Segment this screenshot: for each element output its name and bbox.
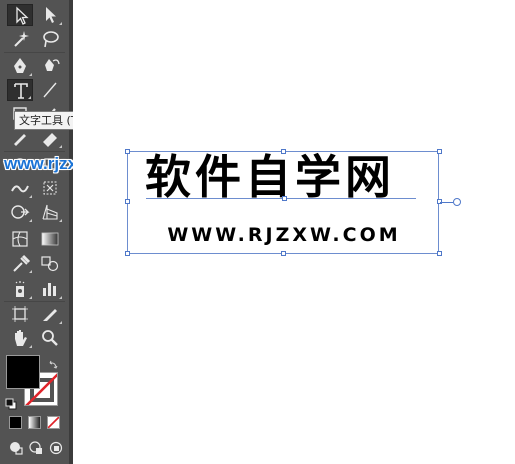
- blend-tool[interactable]: [37, 252, 63, 274]
- default-colors-icon[interactable]: [5, 395, 17, 410]
- handle-bottom-left[interactable]: [125, 251, 130, 256]
- gradient-icon: [41, 232, 59, 246]
- artboard-tool[interactable]: [7, 303, 33, 325]
- direct-selection-tool[interactable]: [37, 4, 63, 26]
- gradient-tool[interactable]: [37, 228, 63, 250]
- hand-icon: [15, 330, 27, 346]
- curvature-pen-icon: [45, 59, 54, 71]
- hand-tool[interactable]: [7, 327, 33, 349]
- selection-tool[interactable]: [7, 4, 33, 26]
- text-thread-line: [440, 202, 453, 203]
- perspective-grid-icon: [42, 204, 58, 220]
- tools-panel: [0, 0, 69, 464]
- zoom-tool[interactable]: [37, 327, 63, 349]
- text-baseline: [146, 198, 416, 199]
- selection-arrow-icon: [16, 6, 29, 25]
- fill-color-swatch[interactable]: [6, 355, 40, 389]
- color-mode-button[interactable]: [9, 416, 22, 429]
- selection-bounding-box[interactable]: [127, 151, 439, 254]
- mesh-tool[interactable]: [7, 228, 33, 250]
- pencil-icon: [14, 134, 26, 146]
- handle-bottom-center[interactable]: [281, 251, 286, 256]
- magic-wand-tool[interactable]: [7, 28, 33, 50]
- direct-selection-arrow-icon: [46, 7, 56, 23]
- symbol-sprayer-tool[interactable]: [7, 278, 33, 300]
- curvature-tool[interactable]: [37, 55, 63, 77]
- handle-middle-left[interactable]: [125, 199, 130, 204]
- eraser-tool[interactable]: [37, 127, 63, 149]
- text-anchor-point[interactable]: [282, 196, 287, 201]
- lasso-icon: [43, 31, 59, 43]
- slice-tool[interactable]: [37, 303, 63, 325]
- free-transform-tool[interactable]: [37, 177, 63, 199]
- column-graph-icon: [43, 288, 46, 296]
- perspective-grid-tool[interactable]: [37, 201, 63, 223]
- handle-bottom-right[interactable]: [437, 251, 442, 256]
- pencil-tool[interactable]: [7, 127, 33, 149]
- draw-normal-icon[interactable]: [8, 440, 24, 456]
- handle-top-left[interactable]: [125, 149, 130, 154]
- text-out-port-handle[interactable]: [453, 198, 461, 206]
- draw-behind-icon[interactable]: [28, 440, 44, 456]
- width-tool[interactable]: [7, 177, 33, 199]
- column-graph-tool[interactable]: [37, 278, 63, 300]
- slice-knife-icon: [43, 309, 57, 321]
- handle-top-center[interactable]: [281, 149, 286, 154]
- pen-tool[interactable]: [7, 55, 33, 77]
- draw-inside-icon[interactable]: [48, 440, 64, 456]
- swap-fill-stroke-icon[interactable]: [48, 355, 58, 369]
- artboard-icon: [14, 308, 26, 320]
- gradient-mode-button[interactable]: [28, 416, 41, 429]
- shape-builder-tool[interactable]: [7, 201, 33, 223]
- handle-top-right[interactable]: [437, 149, 442, 154]
- eraser-icon: [43, 133, 57, 147]
- mesh-icon: [12, 231, 28, 247]
- eyedropper-tool[interactable]: [7, 252, 33, 274]
- width-tool-icon: [11, 185, 29, 193]
- lasso-tool[interactable]: [37, 28, 63, 50]
- type-tool[interactable]: [7, 79, 33, 101]
- line-segment-tool[interactable]: [37, 79, 63, 101]
- none-mode-button[interactable]: [47, 416, 60, 429]
- type-t-icon: [14, 83, 28, 99]
- line-segment-icon: [43, 82, 57, 98]
